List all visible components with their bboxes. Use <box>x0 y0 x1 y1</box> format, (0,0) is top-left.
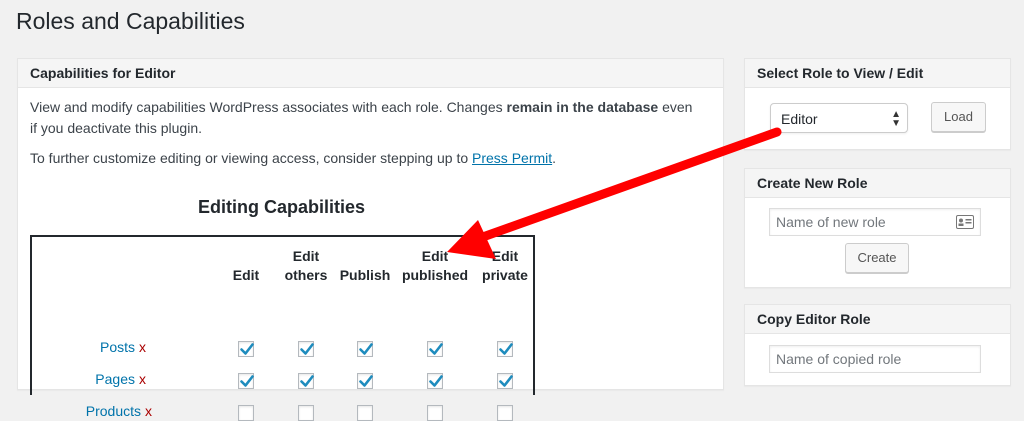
column-header-line: published <box>401 267 469 283</box>
intro-bold-text: remain in the database <box>506 99 659 115</box>
column-header: Edit private <box>470 247 540 285</box>
row-label-pages[interactable]: Pages x <box>26 371 146 387</box>
copy-role-panel: Copy Editor Role Name of copied role <box>744 304 1011 386</box>
capability-checkbox[interactable] <box>238 405 254 421</box>
capability-checkbox[interactable] <box>357 373 373 389</box>
intro-text-part: if you deactivate this plugin. <box>30 120 202 136</box>
copy-role-header: Copy Editor Role <box>745 305 1010 334</box>
column-header-line: Edit <box>491 248 519 264</box>
contact-card-icon <box>956 215 974 229</box>
capability-checkbox[interactable] <box>298 341 314 357</box>
capability-checkbox[interactable] <box>298 405 314 421</box>
new-role-name-input[interactable]: Name of new role <box>769 208 981 236</box>
column-header-line: private <box>482 267 528 283</box>
intro-text-part: . <box>552 150 557 166</box>
role-select-value: Editor <box>781 111 818 127</box>
copied-role-name-placeholder: Name of copied role <box>776 351 902 367</box>
select-role-header: Select Role to View / Edit <box>745 59 1010 88</box>
column-header-line: Edit <box>292 248 320 264</box>
editing-capabilities-title: Editing Capabilities <box>198 197 366 217</box>
checkmark-icon <box>499 343 513 355</box>
row-label-posts[interactable]: Posts x <box>26 339 146 355</box>
row-label-text[interactable]: Posts <box>100 339 135 355</box>
checkmark-icon <box>240 375 254 387</box>
row-label-text[interactable]: Pages <box>95 371 135 387</box>
capability-checkbox[interactable] <box>357 405 373 421</box>
capability-checkbox[interactable] <box>357 341 373 357</box>
press-permit-link[interactable]: Press Permit <box>472 150 552 166</box>
column-header: Edit published <box>400 247 470 285</box>
checkmark-icon <box>359 375 373 387</box>
capability-checkbox[interactable] <box>427 373 443 389</box>
row-label-text[interactable]: Products <box>86 403 141 419</box>
checkmark-icon <box>499 375 513 387</box>
checkmark-icon <box>240 343 254 355</box>
capabilities-panel-header: Capabilities for Editor <box>18 59 723 88</box>
capability-checkbox[interactable] <box>497 341 513 357</box>
intro-text: View and modify capabilities WordPress a… <box>30 97 720 178</box>
checkmark-icon <box>300 343 314 355</box>
capability-checkbox[interactable] <box>238 373 254 389</box>
create-button[interactable]: Create <box>845 243 909 273</box>
remove-type-icon[interactable]: x <box>145 403 152 419</box>
capability-checkbox[interactable] <box>427 341 443 357</box>
select-role-panel: Select Role to View / Edit Editor ▲ ▼ Loa… <box>744 58 1011 150</box>
capabilities-table: Edit Edit others Publish Edit published Edit pr… <box>30 235 535 421</box>
column-header: Publish <box>330 266 400 285</box>
checkmark-icon <box>300 375 314 387</box>
capability-checkbox[interactable] <box>497 405 513 421</box>
checkmark-icon <box>359 343 373 355</box>
capabilities-panel: Capabilities for Editor View and modify … <box>17 58 724 421</box>
create-role-panel: Create New Role Name of new role Create <box>744 168 1011 288</box>
copied-role-name-input[interactable]: Name of copied role <box>769 345 981 373</box>
capability-checkbox[interactable] <box>427 405 443 421</box>
select-arrows-icon: ▲ ▼ <box>891 109 901 129</box>
remove-type-icon[interactable]: x <box>139 371 146 387</box>
intro-text-part: To further customize editing or viewing … <box>30 150 473 166</box>
intro-text-part: View and modify capabilities WordPress a… <box>30 99 507 115</box>
role-select[interactable]: Editor ▲ ▼ <box>770 103 908 133</box>
create-role-header: Create New Role <box>745 169 1010 198</box>
capability-checkbox[interactable] <box>238 341 254 357</box>
column-header-line: Publish <box>339 267 391 283</box>
load-button[interactable]: Load <box>931 102 986 132</box>
intro-text-part: even <box>658 99 693 115</box>
row-label-products[interactable]: Products x <box>32 403 152 419</box>
column-header-line: Edit <box>421 248 449 264</box>
capability-checkbox[interactable] <box>298 373 314 389</box>
capability-checkbox[interactable] <box>497 373 513 389</box>
page-title: Roles and Capabilities <box>16 8 245 34</box>
checkmark-icon <box>429 375 443 387</box>
checkmark-icon <box>429 343 443 355</box>
new-role-name-placeholder: Name of new role <box>776 214 886 230</box>
remove-type-icon[interactable]: x <box>139 339 146 355</box>
